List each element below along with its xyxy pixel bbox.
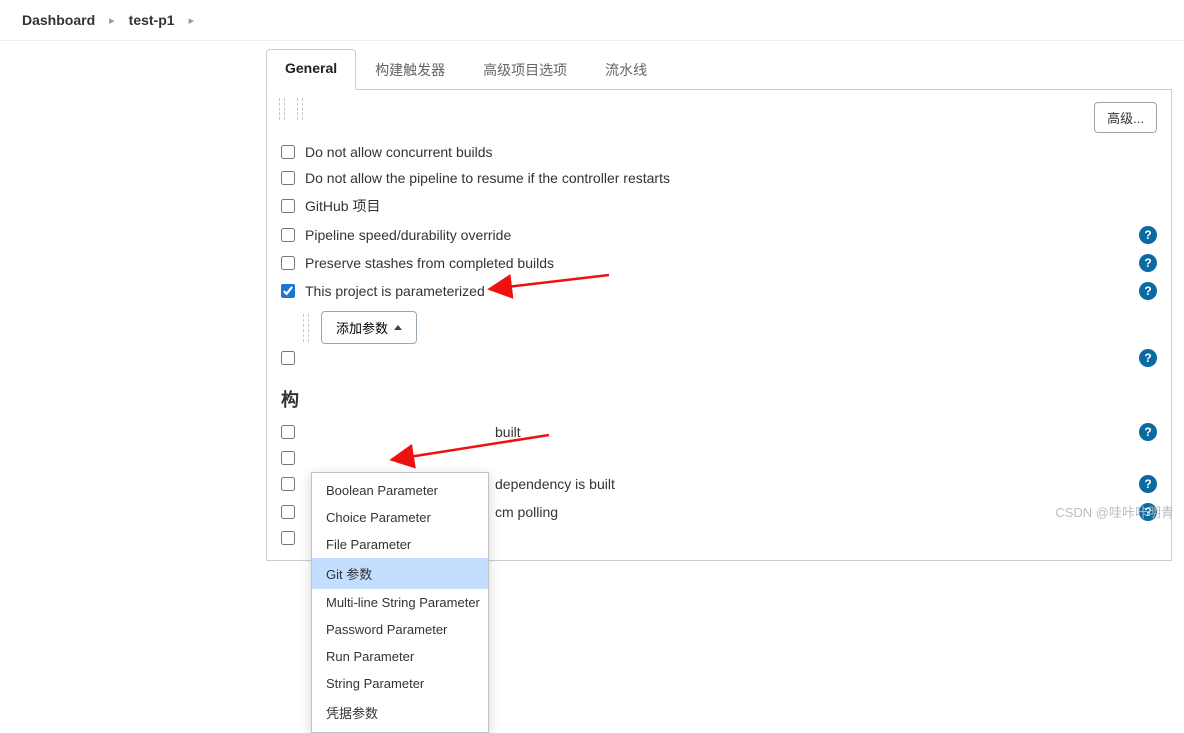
dd-file-parameter[interactable]: File Parameter [312,531,488,558]
caret-up-icon [394,325,402,330]
tab-pipeline[interactable]: 流水线 [586,49,666,90]
label-hidden-scm-polling: cm polling [495,504,558,520]
option-parameterized: This project is parameterized ? [281,277,1157,305]
checkbox-hidden-dep-built[interactable] [281,477,295,491]
tab-general[interactable]: General [266,49,356,90]
option-speed-override: Pipeline speed/durability override ? [281,221,1157,249]
dd-git-parameter[interactable]: Git 参数 [312,558,488,589]
breadcrumb-dashboard[interactable]: Dashboard [16,8,101,32]
dd-boolean-parameter[interactable]: Boolean Parameter [312,477,488,504]
checkbox-speed-override[interactable] [281,228,295,242]
checkbox-hidden-spacer[interactable] [281,451,295,465]
label-hidden-dep-built: dependency is built [495,476,615,492]
checkbox-no-resume[interactable] [281,171,295,185]
help-icon[interactable]: ? [1139,254,1157,272]
dd-multiline-string-parameter[interactable]: Multi-line String Parameter [312,589,488,616]
label-no-resume[interactable]: Do not allow the pipeline to resume if t… [305,170,670,186]
dd-credentials-parameter[interactable]: 凭据参数 [312,697,488,728]
checkbox-hidden-last[interactable] [281,531,295,545]
section-header-build-triggers: 构 [281,386,1157,412]
tab-build-triggers[interactable]: 构建触发器 [356,49,464,90]
label-preserve-stashes[interactable]: Preserve stashes from completed builds [305,255,554,271]
checkbox-parameterized[interactable] [281,284,295,298]
option-hidden-built: built ? [281,418,1157,446]
help-icon[interactable]: ? [1139,423,1157,441]
option-github-project: GitHub 项目 [281,191,1157,221]
checkbox-no-concurrent[interactable] [281,145,295,159]
advanced-row: 高级... [281,102,1157,133]
help-icon[interactable]: ? [1139,349,1157,367]
breadcrumb-project[interactable]: test-p1 [123,8,181,32]
label-speed-override[interactable]: Pipeline speed/durability override [305,227,511,243]
chevron-right-icon: ▸ [189,14,195,27]
config-content: General 构建触发器 高级项目选项 流水线 高级... Do not al… [0,41,1184,561]
config-tabs: General 构建触发器 高级项目选项 流水线 [266,49,1172,90]
breadcrumb: Dashboard ▸ test-p1 ▸ [0,0,1184,41]
add-parameter-button[interactable]: 添加参数 [321,311,417,344]
option-no-concurrent: Do not allow concurrent builds [281,139,1157,165]
checkbox-hidden-scm-polling[interactable] [281,505,295,519]
drag-handle-icon[interactable] [303,314,309,342]
watermark: CSDN @哇咔咔明青 [1055,502,1174,521]
option-hidden-spacer [281,446,1157,470]
checkbox-hidden-built[interactable] [281,425,295,439]
drag-handle-icon[interactable] [279,98,303,120]
label-parameterized[interactable]: This project is parameterized [305,283,485,299]
checkbox-preserve-stashes[interactable] [281,256,295,270]
add-parameter-dropdown: Boolean Parameter Choice Parameter File … [311,472,489,733]
lower-block: ? 构 built ? dependency is built ? cm pol… [281,344,1157,550]
help-icon[interactable]: ? [1139,226,1157,244]
checkbox-hidden-1[interactable] [281,351,295,365]
dd-password-parameter[interactable]: Password Parameter [312,616,488,643]
add-parameter-wrap: 添加参数 [303,311,1157,344]
option-no-resume: Do not allow the pipeline to resume if t… [281,165,1157,191]
label-no-concurrent[interactable]: Do not allow concurrent builds [305,144,493,160]
chevron-right-icon: ▸ [109,14,115,27]
option-hidden-1: ? [281,344,1157,372]
checkbox-github-project[interactable] [281,199,295,213]
dd-run-parameter[interactable]: Run Parameter [312,643,488,670]
help-icon[interactable]: ? [1139,282,1157,300]
dd-string-parameter[interactable]: String Parameter [312,670,488,697]
option-preserve-stashes: Preserve stashes from completed builds ? [281,249,1157,277]
advanced-button[interactable]: 高级... [1094,102,1157,133]
label-github-project[interactable]: GitHub 项目 [305,196,380,216]
general-panel: 高级... Do not allow concurrent builds Do … [266,90,1172,561]
help-icon[interactable]: ? [1139,475,1157,493]
tab-advanced-project[interactable]: 高级项目选项 [464,49,586,90]
label-hidden-built: built [495,424,521,440]
add-parameter-label: 添加参数 [336,318,388,337]
